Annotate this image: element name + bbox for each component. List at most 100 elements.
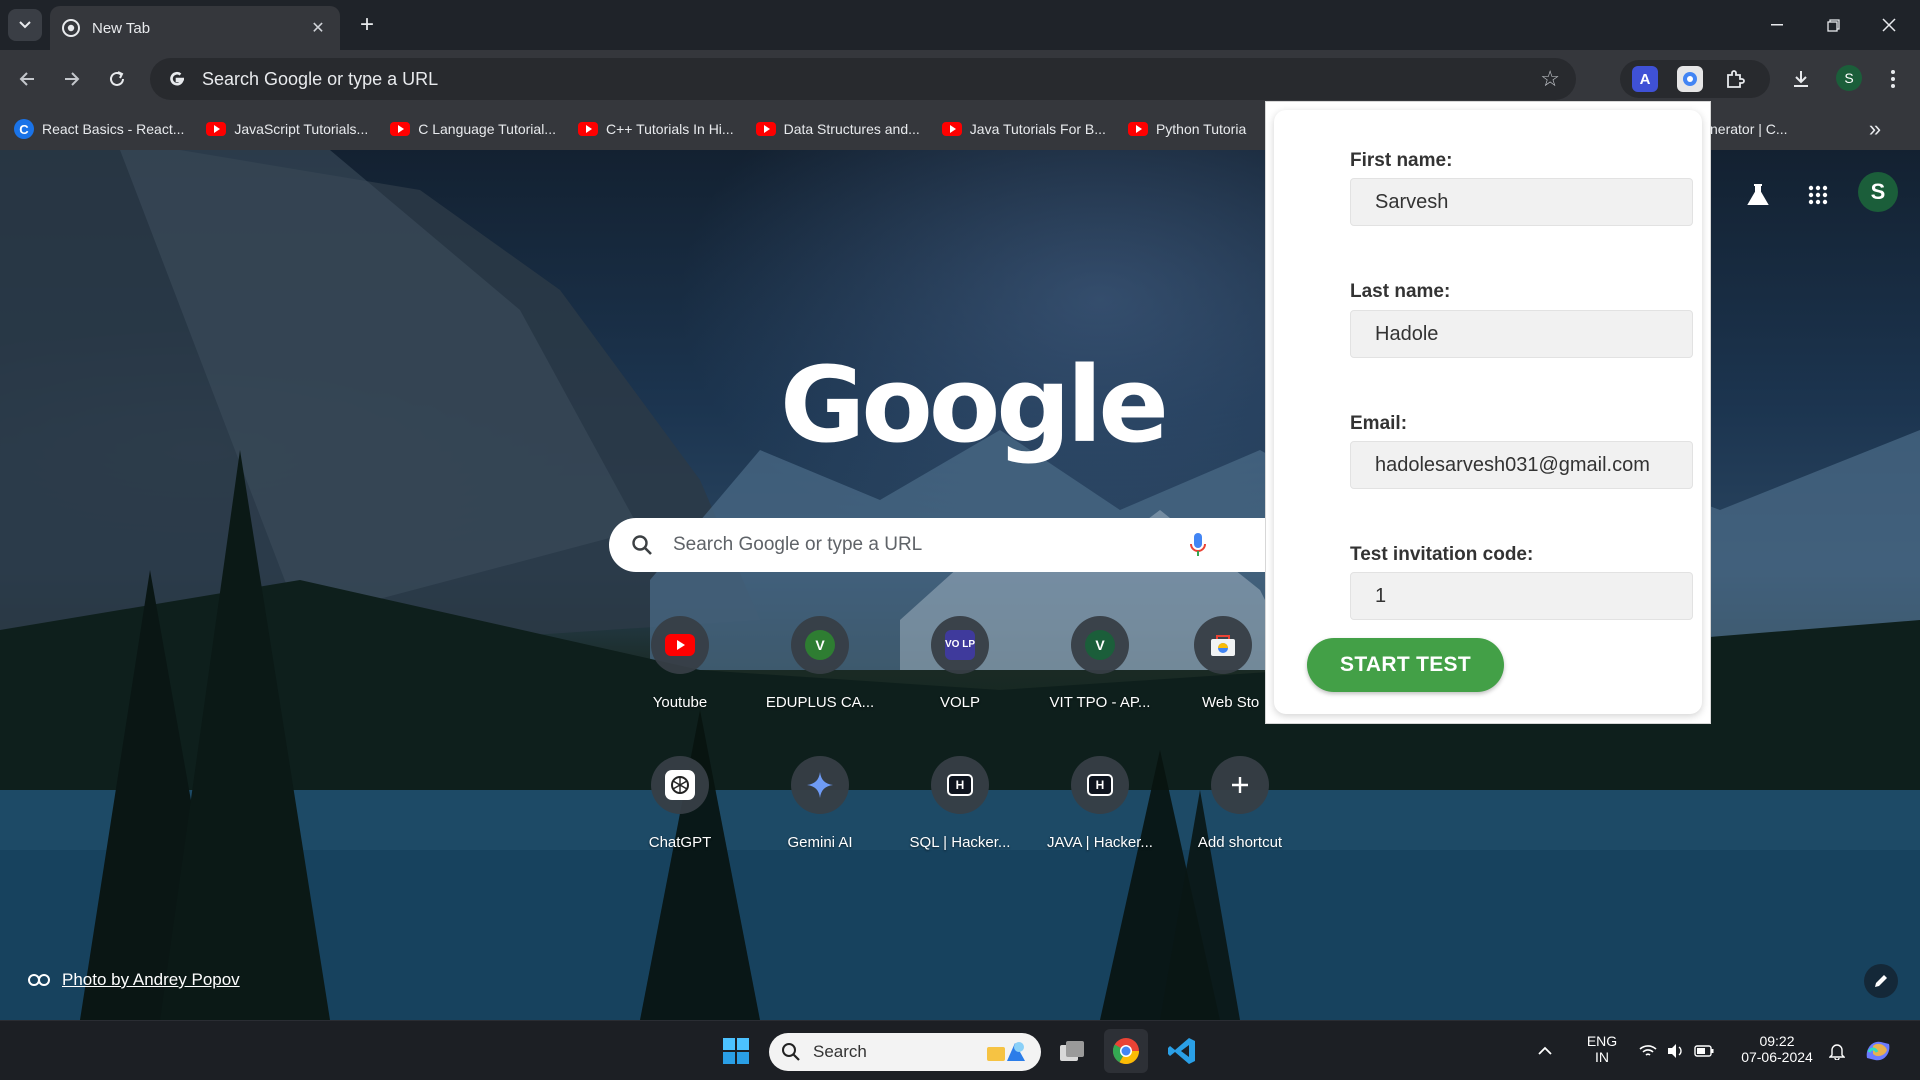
minimize-icon [1771,24,1783,26]
shortcut-label: Gemini AI [787,834,853,851]
reload-button[interactable] [100,62,134,96]
tab-close-icon[interactable]: ✕ [308,18,328,38]
shortcut-icon-circle: V [791,616,849,674]
shortcut-icon-circle [791,756,849,814]
bookmark-item-partial[interactable]: nerator | C... [1710,108,1788,150]
microphone-icon[interactable] [1189,532,1207,558]
vscode-taskbar-button[interactable] [1160,1029,1204,1073]
shortcut-icon-circle: VO LP [931,616,989,674]
youtube-icon [390,122,411,136]
extension-a-icon[interactable]: A [1632,66,1658,92]
shortcut-icon-circle [651,616,709,674]
invitation-code-field[interactable]: 1 [1350,572,1693,620]
bookmark-item[interactable]: Python Tutoria [1127,121,1246,137]
profile-avatar[interactable]: S [1836,65,1862,91]
shortcut-sql-hackerrank[interactable]: H SQL | Hacker... [895,752,1025,872]
arrow-left-icon [19,72,34,86]
google-g-icon [170,71,185,86]
first-name-label: First name: [1350,150,1453,171]
notifications-button[interactable] [1822,1029,1852,1073]
ntp-search-box[interactable]: Search Google or type a URL [609,518,1269,572]
labs-icon[interactable] [1738,175,1778,215]
bookmark-item[interactable]: JavaScript Tutorials... [206,121,368,137]
reload-icon [110,71,124,86]
first-name-field[interactable]: Sarvesh [1350,178,1693,226]
battery-button[interactable] [1690,1029,1718,1073]
wifi-button[interactable] [1634,1029,1662,1073]
shortcut-icon-circle: H [931,756,989,814]
bookmark-item[interactable]: Java Tutorials For B... [941,121,1106,137]
last-name-field[interactable]: Hadole [1350,310,1693,358]
chevron-up-icon [1538,1046,1552,1055]
shortcut-vit-tpo[interactable]: V VIT TPO - AP... [1035,612,1165,732]
copilot-button[interactable] [1858,1029,1898,1073]
google-logo: Google [780,344,1169,466]
chrome-taskbar-button[interactable] [1104,1029,1148,1073]
task-view-button[interactable] [1050,1029,1094,1073]
start-button[interactable] [714,1029,758,1073]
hackerrank-icon: H [947,774,973,796]
back-button[interactable] [10,62,44,96]
youtube-icon [941,122,962,136]
restore-button[interactable] [1810,8,1856,42]
extension-popup: First name: Sarvesh Last name: Hadole Em… [1265,101,1711,724]
test-extension-icon[interactable] [1677,66,1703,92]
shortcut-icon-circle [1194,616,1252,674]
shortcut-label: Web Sto [1202,694,1260,711]
task-view-icon [1060,1041,1084,1061]
close-window-button[interactable] [1866,8,1912,42]
shortcut-chatgpt[interactable]: ChatGPT [615,752,745,872]
shortcut-gemini[interactable]: Gemini AI [755,752,885,872]
taskbar-search[interactable]: Search [769,1033,1041,1071]
shortcut-label: SQL | Hacker... [909,834,1011,851]
customize-button[interactable] [1864,964,1898,998]
c-icon: C [14,119,34,139]
shortcut-youtube[interactable]: Youtube [615,612,745,732]
chrome-ext-icon [1683,72,1697,86]
bookmark-item[interactable]: C++ Tutorials In Hi... [577,121,734,137]
ntp-profile-avatar[interactable]: S [1858,172,1898,212]
omnibox[interactable]: Search Google or type a URL ☆ [150,58,1576,100]
tray-overflow-button[interactable] [1530,1029,1560,1073]
download-button[interactable] [1784,62,1818,96]
copilot-icon [1866,1041,1890,1061]
shortcut-java-hackerrank[interactable]: H JAVA | Hacker... [1035,752,1165,872]
language-indicator[interactable]: ENG IN [1582,1033,1622,1065]
clock-time: 09:22 [1759,1033,1795,1049]
browser-toolbar: Search Google or type a URL ☆ A S [0,50,1920,108]
shortcut-label: Add shortcut [1197,834,1283,851]
youtube-icon [1127,122,1148,136]
bookmark-item[interactable]: C Language Tutorial... [390,121,556,137]
download-icon [1794,71,1808,87]
shortcut-eduplus[interactable]: V EDUPLUS CA... [755,612,885,732]
shortcut-label: VOLP [939,694,981,711]
photo-credit-link[interactable]: Photo by Andrey Popov [28,968,240,992]
shortcut-label: VIT TPO - AP... [1049,694,1151,711]
bookmark-star-icon[interactable]: ☆ [1540,66,1560,92]
new-tab-button[interactable]: + [352,10,382,40]
bookmark-item[interactable]: C React Basics - React... [14,119,184,139]
volume-button[interactable] [1662,1029,1690,1073]
v-letter-icon: V [1085,630,1115,660]
clock[interactable]: 09:22 07-06-2024 [1732,1033,1822,1065]
gemini-icon [807,772,833,798]
bookmarks-overflow-icon[interactable]: » [1860,108,1890,150]
shortcut-web-store[interactable]: Web Sto [1175,612,1265,732]
forward-button[interactable] [55,62,89,96]
tab-search-button[interactable] [8,9,42,41]
bookmark-item[interactable]: Data Structures and... [755,121,920,137]
minimize-button[interactable] [1754,8,1800,42]
shortcut-label: Youtube [652,694,708,711]
vscode-icon [1168,1038,1195,1064]
apps-grid-icon[interactable] [1798,175,1838,215]
shortcut-volp[interactable]: VO LP VOLP [895,612,1025,732]
email-field[interactable]: hadolesarvesh031@gmail.com [1350,441,1693,489]
browser-menu-button[interactable] [1876,62,1910,96]
extensions-puzzle-icon[interactable] [1722,66,1748,92]
youtube-icon [665,634,695,656]
tab-new-tab[interactable]: New Tab ✕ [50,6,340,50]
shortcut-add[interactable]: Add shortcut [1175,752,1305,872]
youtube-icon [206,122,227,136]
search-icon [782,1043,800,1061]
start-test-button[interactable]: START TEST [1307,638,1504,692]
